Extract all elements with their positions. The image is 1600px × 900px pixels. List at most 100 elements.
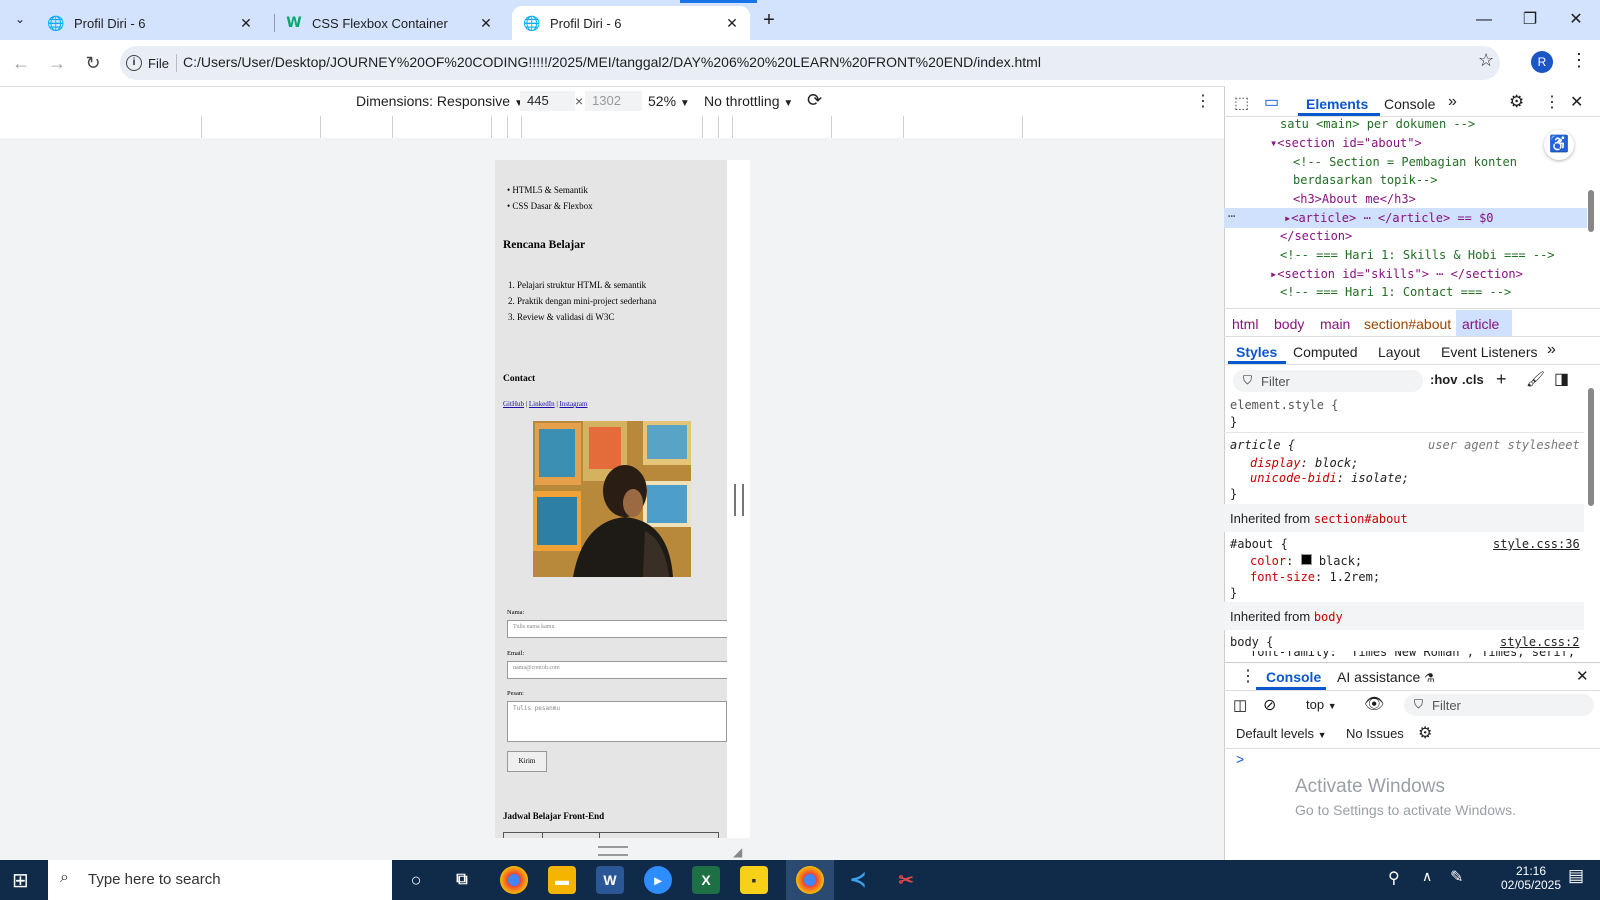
tab-1[interactable]: 🌐 Profil Diri - 6 ✕ [36,6,264,40]
css-property[interactable]: display: block; [1250,456,1358,470]
console-filter-input[interactable]: ⛉ Filter [1404,694,1594,716]
close-tab-icon[interactable]: ✕ [476,15,496,32]
css-property[interactable]: unicode-bidi: isolate; [1250,471,1409,485]
media-query-ruler[interactable] [0,116,1224,139]
context-dropdown[interactable]: top ▼ [1306,697,1337,712]
sidebar-toggle-icon[interactable]: ◨ [1554,369,1569,389]
zoom-dropdown[interactable]: 52% ▼ [648,93,690,109]
tab-styles[interactable]: Styles [1236,344,1277,360]
style-source-link[interactable]: style.css:36 [1493,537,1580,551]
tab-elements[interactable]: Elements [1306,96,1368,112]
css-property[interactable]: font-size: 1.2rem; [1250,570,1380,584]
clock[interactable]: 21:16 02/05/2025 [1496,864,1566,892]
dom-node-article[interactable]: ▸<article> ⋯ </article> == $0 [1284,211,1494,225]
more-subtabs-icon[interactable]: » [1547,341,1556,359]
width-input[interactable]: 445 [520,91,575,111]
tray-chevron-icon[interactable]: ∧ [1422,868,1432,885]
tab-computed[interactable]: Computed [1293,344,1358,360]
reload-button[interactable]: ↻ [80,50,106,76]
drawer-tab-console[interactable]: Console [1266,669,1321,685]
url-text[interactable]: C:/Users/User/Desktop/JOURNEY%20OF%20COD… [183,54,1041,70]
device-toggle-icon[interactable]: ▭ [1264,92,1279,112]
settings-gear-icon[interactable]: ⚙ [1509,92,1524,112]
viewport-bottom-handle[interactable] [598,846,628,856]
drawer-tab-ai[interactable]: AI assistance ⚗ [1337,669,1435,685]
dom-node-section-close[interactable]: </section> [1280,229,1352,243]
chrome-profile-taskbar-icon[interactable] [796,866,824,894]
task-view-icon[interactable]: ⧉ [448,866,476,894]
close-window-button[interactable]: ✕ [1554,6,1598,34]
maximize-button[interactable]: ❐ [1508,6,1552,34]
console-settings-icon[interactable]: ⚙ [1418,723,1432,743]
browser-menu-icon[interactable]: ⋮ [1570,50,1588,71]
cls-toggle[interactable]: .cls [1462,372,1484,387]
more-tabs-icon[interactable]: » [1448,93,1457,111]
throttling-dropdown[interactable]: No throttling ▼ [704,93,793,109]
name-field[interactable]: Tulis nama kamu [507,620,727,638]
vscode-icon[interactable]: ≺ [844,866,872,894]
pen-icon[interactable]: ✎ [1450,867,1463,887]
rule-about[interactable]: #about { [1230,537,1288,551]
forward-button[interactable]: → [44,50,70,76]
dom-node-section-about[interactable]: ▾<section id="about"> [1270,136,1422,150]
breadcrumb-body[interactable]: body [1274,316,1304,332]
snipping-tool-icon[interactable]: ✂ [892,866,920,894]
new-rule-icon[interactable]: + [1496,369,1507,390]
rule-element-style[interactable]: element.style { [1230,398,1338,412]
close-tab-icon[interactable]: ✕ [236,15,256,32]
clear-console-icon[interactable]: ⊘ [1263,695,1276,715]
devtools-menu-icon[interactable]: ⋮ [1544,92,1560,112]
site-info-chip[interactable]: i File [126,52,169,74]
close-devtools-icon[interactable]: ✕ [1570,92,1583,112]
profile-avatar[interactable]: R [1531,51,1553,73]
dom-comment[interactable]: berdasarkan topik--> [1293,173,1438,187]
tab-search-dropdown-icon[interactable]: ⌄ [8,7,32,31]
tab-layout[interactable]: Layout [1378,344,1420,360]
dom-node-section-skills[interactable]: ▸<section id="skills"> ⋯ </section> [1270,267,1523,281]
accessibility-tree-icon[interactable]: ♿ [1544,130,1574,160]
style-source-link[interactable]: style.css:2 [1500,635,1579,649]
dom-scrollbar[interactable] [1588,190,1594,232]
tab-event-listeners[interactable]: Event Listeners [1441,344,1538,360]
css-property[interactable]: font-family: "Times New Roman", Times, s… [1250,651,1575,659]
taskbar-search-box[interactable]: ⌕ Type here to search [48,860,392,900]
dimensions-dropdown[interactable]: Dimensions: Responsive ▼ [356,93,524,109]
chrome-taskbar-icon[interactable] [500,866,528,894]
dom-comment[interactable]: <!-- === Hari 1: Contact === --> [1280,285,1511,299]
console-sidebar-icon[interactable]: ◫ [1233,696,1247,714]
tab-console[interactable]: Console [1384,96,1435,112]
color-swatch[interactable] [1300,554,1312,565]
notifications-icon[interactable]: ▤ [1568,866,1584,886]
console-prompt[interactable]: > [1236,751,1244,767]
corner-resize-icon[interactable]: ◢ [733,845,742,859]
close-drawer-icon[interactable]: ✕ [1576,667,1589,685]
node-options-icon[interactable]: ⋯ [1228,209,1235,223]
drawer-menu-icon[interactable]: ⋮ [1240,666,1256,686]
github-link[interactable]: GitHub [503,400,524,408]
issues-label[interactable]: No Issues [1346,726,1404,741]
message-textarea[interactable]: Tulis pesanmu [507,701,727,742]
excel-icon[interactable]: X [692,866,720,894]
hov-toggle[interactable]: :hov [1430,372,1457,387]
height-input[interactable]: 1302 [585,91,642,111]
viewport-resize-handle[interactable] [734,484,744,516]
tab-3-active[interactable]: 🌐 Profil Diri - 6 ✕ [512,6,750,40]
tab-2[interactable]: W CSS Flexbox Container ✕ [274,6,504,40]
close-tab-icon[interactable]: ✕ [722,15,742,32]
device-menu-icon[interactable]: ⋮ [1195,91,1211,111]
dom-comment[interactable]: <!-- === Hari 1: Skills & Hobi === --> [1280,248,1555,262]
instagram-link[interactable]: Instagram [559,400,587,408]
submit-button[interactable]: Kirim [507,751,547,772]
styles-scrollbar[interactable] [1588,388,1594,506]
paint-brush-icon[interactable]: 🖌 [1526,370,1545,388]
breadcrumb-html[interactable]: html [1232,316,1258,332]
windows-start-icon[interactable]: ⊞ [12,868,29,893]
rule-article[interactable]: article { [1230,438,1295,452]
levels-dropdown[interactable]: Default levels ▼ [1236,726,1327,741]
breadcrumb-section[interactable]: section#about [1364,316,1451,332]
sticky-notes-icon[interactable]: ▪ [740,866,768,894]
bookmark-star-icon[interactable]: ☆ [1478,50,1494,71]
word-icon[interactable]: W [596,866,624,894]
cortana-icon[interactable]: ○ [402,866,430,894]
people-icon[interactable]: ⚲ [1388,868,1400,888]
